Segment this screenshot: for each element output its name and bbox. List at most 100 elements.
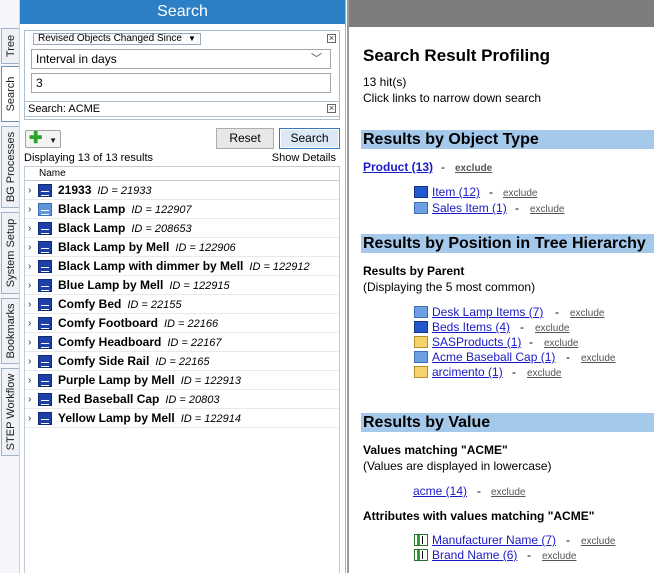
product-icon <box>38 203 52 216</box>
link-acme-value[interactable]: acme (14) <box>413 484 467 498</box>
link-item[interactable]: Item (12) <box>432 185 480 199</box>
expand-icon[interactable]: › <box>28 295 31 314</box>
expand-icon[interactable]: › <box>28 352 31 371</box>
expand-icon[interactable]: › <box>28 314 31 333</box>
expand-icon[interactable]: › <box>28 276 31 295</box>
link-beds-items[interactable]: Beds Items (4) <box>432 320 510 334</box>
section-header-object-type: Results by Object Type <box>361 130 654 149</box>
exclude-item-link[interactable]: exclude <box>503 188 537 199</box>
expand-icon[interactable]: › <box>28 371 31 390</box>
result-row[interactable]: › Purple Lamp by Mell ID = 122913 <box>25 371 339 390</box>
expand-icon[interactable]: › <box>28 200 31 219</box>
profiling-title: Search Result Profiling <box>363 46 551 65</box>
exclude-brand-link[interactable]: exclude <box>542 551 576 562</box>
product-icon <box>38 317 52 330</box>
search-button[interactable]: Search <box>279 128 340 149</box>
expand-icon[interactable]: › <box>28 409 31 428</box>
product-icon <box>38 298 52 311</box>
product-icon <box>38 222 52 235</box>
hit-count: 13 hit(s) <box>363 75 407 89</box>
result-row[interactable]: › Comfy Bed ID = 22155 <box>25 295 339 314</box>
plus-icon: ✚ <box>29 130 43 147</box>
result-row[interactable]: › Yellow Lamp by Mell ID = 122914 <box>25 409 339 428</box>
vertical-tab-strip: Tree Search BG Processes System Setup Bo… <box>0 0 20 573</box>
link-desk-lamp-items[interactable]: Desk Lamp Items (7) <box>432 305 543 319</box>
tab-step-workflow[interactable]: STEP Workflow <box>1 368 19 456</box>
values-matching-note: (Values are displayed in lowercase) <box>363 459 552 473</box>
link-brand-name[interactable]: Brand Name (6) <box>432 548 517 562</box>
product-icon <box>38 241 52 254</box>
expand-icon[interactable]: › <box>28 238 31 257</box>
acme-cap-folder-icon <box>414 351 428 363</box>
profiling-panel: Search Result Profiling 13 hit(s) Click … <box>347 0 654 573</box>
chevron-down-icon: ﹀ <box>311 53 322 65</box>
tab-bookmarks[interactable]: Bookmarks <box>1 298 19 364</box>
interval-value-input[interactable]: 3 <box>31 73 331 93</box>
product-icon <box>38 184 52 197</box>
exclude-desk-lamp-link[interactable]: exclude <box>570 308 604 319</box>
product-icon <box>38 412 52 425</box>
arcimento-folder-icon <box>414 366 428 378</box>
exclude-arcimento-link[interactable]: exclude <box>527 368 561 379</box>
results-by-parent-note: (Displaying the 5 most common) <box>363 280 536 294</box>
tab-bg-processes[interactable]: BG Processes <box>1 126 19 208</box>
result-row[interactable]: › Blue Lamp by Mell ID = 122915 <box>25 276 339 295</box>
expand-icon[interactable]: › <box>28 333 31 352</box>
results-count: Displaying 13 of 13 results <box>24 152 154 164</box>
link-acme-baseball-cap[interactable]: Acme Baseball Cap (1) <box>432 350 555 364</box>
add-criteria-button[interactable]: ✚ ▼ <box>25 130 61 148</box>
attributes-matching-label: Attributes with values matching "ACME" <box>363 509 595 523</box>
tab-tree[interactable]: Tree <box>1 28 19 64</box>
exclude-manufacturer-link[interactable]: exclude <box>581 536 615 547</box>
expand-icon[interactable]: › <box>28 219 31 238</box>
exclude-beds-link[interactable]: exclude <box>535 323 569 334</box>
link-sasproducts[interactable]: SASProducts (1) <box>432 335 521 349</box>
section-header-value: Results by Value <box>361 413 654 432</box>
expand-icon[interactable]: › <box>28 390 31 409</box>
attribute-icon <box>414 534 428 546</box>
show-details-link[interactable]: Show Details <box>272 152 336 164</box>
result-row[interactable]: › Black Lamp by Mell ID = 122906 <box>25 238 339 257</box>
close-filter-icon[interactable]: × <box>327 34 336 43</box>
search-term-field[interactable]: Search: ACME × <box>24 101 340 117</box>
column-header-name[interactable]: Name <box>25 167 339 181</box>
attribute-icon <box>414 549 428 561</box>
result-row[interactable]: › Red Baseball Cap ID = 20803 <box>25 390 339 409</box>
close-search-term-icon[interactable]: × <box>327 104 336 113</box>
result-row[interactable]: › Black Lamp ID = 122907 <box>25 200 339 219</box>
exclude-acme-cap-link[interactable]: exclude <box>581 353 615 364</box>
product-icon <box>38 355 52 368</box>
filter-type-dropdown[interactable]: Revised Objects Changed Since ▼ <box>33 33 201 45</box>
product-icon <box>38 336 52 349</box>
profiling-toolbar <box>349 0 654 27</box>
link-product[interactable]: Product (13) <box>363 160 433 174</box>
panel-title: Search <box>20 0 345 24</box>
expand-icon[interactable]: › <box>28 257 31 276</box>
link-sales-item[interactable]: Sales Item (1) <box>432 201 507 215</box>
exclude-acme-value-link[interactable]: exclude <box>491 487 525 498</box>
product-icon <box>38 374 52 387</box>
expand-icon[interactable]: › <box>28 181 31 200</box>
exclude-sasproducts-link[interactable]: exclude <box>544 338 578 349</box>
exclude-product-link[interactable]: exclude <box>455 163 492 174</box>
result-row[interactable]: › 21933 ID = 21933 <box>25 181 339 200</box>
profiling-hint: Click links to narrow down search <box>363 91 542 105</box>
results-list: Name › 21933 ID = 21933 › Black Lamp ID = 12… <box>24 166 340 573</box>
product-icon <box>38 279 52 292</box>
sales-item-icon <box>414 202 428 214</box>
results-by-parent-label: Results by Parent <box>363 264 465 278</box>
result-row[interactable]: › Comfy Headboard ID = 22167 <box>25 333 339 352</box>
result-row[interactable]: › Comfy Side Rail ID = 22165 <box>25 352 339 371</box>
exclude-sales-item-link[interactable]: exclude <box>530 204 564 215</box>
tab-search[interactable]: Search <box>1 66 19 122</box>
link-manufacturer-name[interactable]: Manufacturer Name (7) <box>432 533 556 547</box>
reset-button[interactable]: Reset <box>216 128 274 149</box>
result-row[interactable]: › Black Lamp with dimmer by Mell ID = 1229… <box>25 257 339 276</box>
link-arcimento[interactable]: arcimento (1) <box>432 365 503 379</box>
result-row[interactable]: › Comfy Footboard ID = 22166 <box>25 314 339 333</box>
item-icon <box>414 186 428 198</box>
tab-system-setup[interactable]: System Setup <box>1 212 19 294</box>
search-panel: Search Revised Objects Changed Since ▼ × … <box>20 0 346 573</box>
interval-unit-select[interactable]: Interval in days ﹀ <box>31 49 331 69</box>
result-row[interactable]: › Black Lamp ID = 208653 <box>25 219 339 238</box>
